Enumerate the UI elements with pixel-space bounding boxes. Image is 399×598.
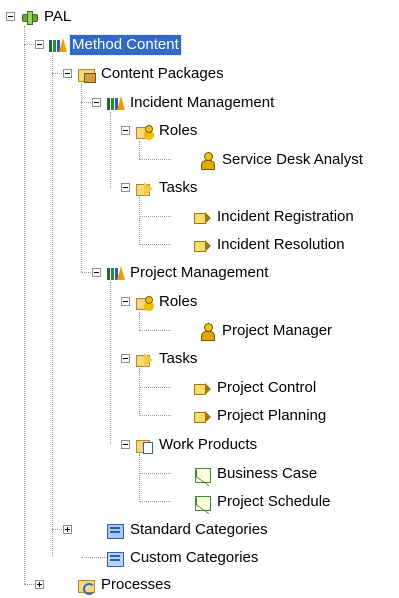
tree-guide	[139, 216, 171, 217]
task-icon	[193, 236, 211, 254]
tasks-folder-icon	[135, 179, 153, 197]
tree-node-incident-management[interactable]: Incident Management	[106, 92, 276, 114]
tree-node-incident-resolution[interactable]: Incident Resolution	[193, 234, 347, 256]
tree-node-business-case[interactable]: Business Case	[193, 463, 319, 485]
tree-node-project-schedule[interactable]: Project Schedule	[193, 491, 332, 513]
tree-node-roles[interactable]: Roles	[135, 120, 199, 142]
tree-node-incident-registration[interactable]: Incident Registration	[193, 206, 356, 228]
tree-node-project-planning[interactable]: Project Planning	[193, 405, 328, 427]
tree-node-label: Method Content	[69, 34, 182, 56]
tree-node-label: Business Case	[217, 465, 318, 482]
tree-node-label: Work Products	[159, 436, 258, 453]
collapse-toggle[interactable]	[121, 440, 130, 449]
tree-node-label: Project Manager	[222, 322, 333, 339]
plugin-icon	[20, 8, 38, 26]
method-library-icon	[48, 36, 67, 54]
tree-node-label: Project Schedule	[217, 493, 331, 510]
tree-node-label: Content Packages	[101, 65, 224, 82]
tree-guide	[139, 159, 171, 160]
method-library-icon	[106, 94, 125, 112]
tree-node-pal[interactable]: PAL	[20, 6, 73, 28]
collapse-toggle[interactable]	[121, 183, 130, 192]
library-tree: PAL Method Content Content Packages Inci…	[0, 0, 399, 598]
collapse-toggle[interactable]	[63, 69, 72, 78]
content-package-folder-icon	[77, 65, 96, 83]
collapse-toggle[interactable]	[121, 354, 130, 363]
custom-categories-icon	[106, 549, 124, 567]
standard-categories-icon	[106, 521, 124, 539]
tree-node-tasks[interactable]: Tasks	[135, 177, 199, 199]
tree-node-project-manager[interactable]: Project Manager	[198, 320, 334, 342]
expand-toggle[interactable]	[63, 525, 72, 534]
tree-node-work-products[interactable]: Work Products	[135, 434, 259, 456]
tree-node-label: Processes	[101, 576, 172, 593]
tree-node-label: Incident Resolution	[217, 236, 345, 253]
tree-node-label: Roles	[159, 122, 198, 139]
tree-guide	[110, 282, 111, 444]
processes-icon	[77, 576, 95, 595]
task-icon	[193, 379, 211, 397]
tree-node-label: Incident Registration	[217, 208, 354, 225]
tree-guide	[81, 80, 82, 272]
collapse-toggle[interactable]	[92, 268, 101, 277]
tree-node-label: Custom Categories	[130, 549, 259, 566]
work-products-folder-icon	[135, 436, 153, 454]
tree-node-content-packages[interactable]: Content Packages	[77, 63, 226, 85]
tree-guide	[139, 473, 171, 474]
tree-guide	[139, 312, 140, 330]
tree-node-method-content[interactable]: Method Content	[48, 34, 182, 56]
tasks-folder-icon	[135, 350, 153, 368]
expand-toggle[interactable]	[35, 580, 44, 589]
tree-guide	[139, 368, 140, 416]
roles-folder-icon	[135, 293, 153, 311]
tree-node-label: PAL	[44, 8, 72, 25]
tree-guide	[139, 501, 171, 502]
task-icon	[193, 208, 211, 226]
tree-node-tasks[interactable]: Tasks	[135, 348, 199, 370]
tree-node-label: Project Management	[130, 264, 269, 281]
tree-node-label: Project Control	[217, 379, 317, 396]
task-icon	[193, 407, 211, 425]
tree-guide	[24, 26, 25, 584]
tree-node-label: Tasks	[159, 179, 198, 196]
tree-node-label: Service Desk Analyst	[222, 151, 363, 168]
artifact-icon	[193, 465, 211, 483]
tree-node-project-management[interactable]: Project Management	[106, 262, 270, 284]
method-library-icon	[106, 264, 125, 282]
tree-node-service-desk-analyst[interactable]: Service Desk Analyst	[198, 149, 365, 171]
tree-guide	[110, 112, 111, 188]
collapse-toggle[interactable]	[6, 12, 15, 21]
tree-guide	[139, 454, 140, 502]
role-icon	[198, 322, 216, 341]
tree-node-label: Incident Management	[130, 94, 275, 111]
collapse-toggle[interactable]	[35, 40, 44, 49]
tree-guide	[139, 141, 140, 159]
tree-guide	[139, 387, 171, 388]
artifact-icon	[193, 493, 211, 511]
tree-node-project-control[interactable]: Project Control	[193, 377, 318, 399]
tree-node-label: Standard Categories	[130, 521, 268, 538]
tree-node-custom-categories[interactable]: Custom Categories	[106, 547, 260, 569]
tree-node-roles[interactable]: Roles	[135, 291, 199, 313]
tree-node-label: Tasks	[159, 350, 198, 367]
tree-guide	[139, 197, 140, 245]
tree-guide	[52, 54, 53, 557]
collapse-toggle[interactable]	[121, 126, 130, 135]
collapse-toggle[interactable]	[92, 98, 101, 107]
tree-guide	[139, 415, 171, 416]
role-icon	[198, 151, 216, 170]
tree-guide	[139, 244, 171, 245]
tree-node-label: Project Planning	[217, 407, 327, 424]
tree-node-standard-categories[interactable]: Standard Categories	[106, 519, 270, 541]
tree-guide	[139, 330, 171, 331]
tree-node-processes[interactable]: Processes	[77, 574, 173, 596]
roles-folder-icon	[135, 122, 153, 140]
tree-node-label: Roles	[159, 293, 198, 310]
collapse-toggle[interactable]	[121, 297, 130, 306]
